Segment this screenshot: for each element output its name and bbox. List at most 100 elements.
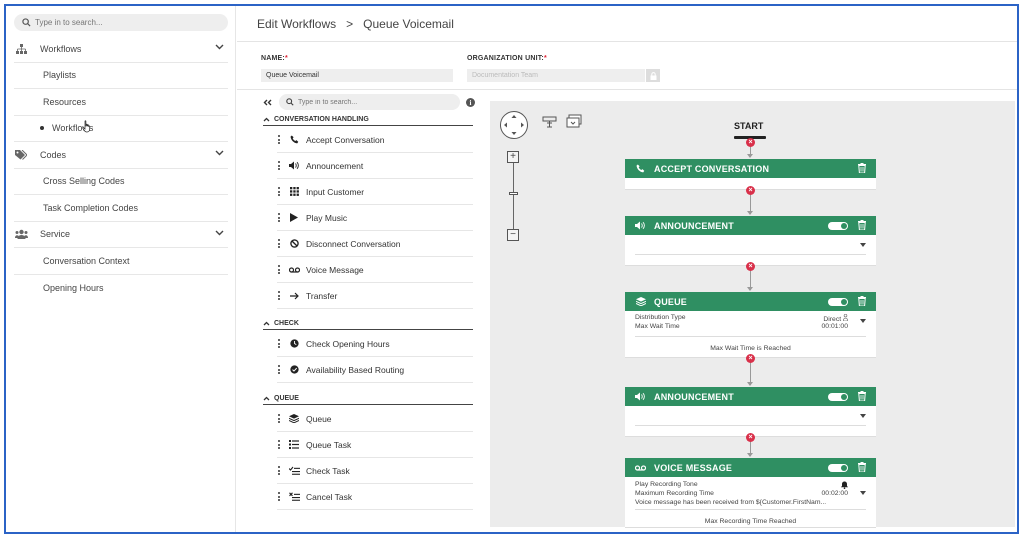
node-title: ANNOUNCEMENT [654,220,734,231]
node-property-row: Distribution Type Direct [635,313,849,323]
expand-caret-icon[interactable] [860,243,866,247]
node-announcement[interactable]: ANNOUNCEMENT [625,216,876,266]
lock-icon [646,69,660,82]
sidebar-section-workflows[interactable]: Workflows [14,36,228,63]
drag-handle-icon[interactable] [277,364,280,374]
delete-connection-button[interactable]: × [746,354,755,363]
minimap-icon[interactable] [566,114,582,129]
sidebar-item-conversation-context[interactable]: Conversation Context [14,248,228,275]
trash-icon[interactable] [858,462,866,472]
sidebar-nav: Workflows Playlists Resources Workflows … [6,36,236,301]
expand-caret-icon[interactable] [860,414,866,418]
play-icon [288,213,300,223]
zoom-slider-handle[interactable] [509,192,518,195]
sidebar-item-label: Cross Selling Codes [43,176,125,187]
palette-item-label: Queue [306,413,332,424]
trash-icon[interactable] [858,391,866,401]
drag-handle-icon[interactable] [277,212,280,222]
drag-handle-icon[interactable] [277,290,280,300]
drag-handle-icon[interactable] [277,134,280,144]
drag-handle-icon[interactable] [277,465,280,475]
palette-search-input[interactable] [298,98,448,106]
sidebar-section-codes[interactable]: Codes [14,142,228,169]
sidebar-section-service[interactable]: Service [14,222,228,248]
node-queue[interactable]: QUEUE Distribution Type Direct Max Wait … [625,292,876,358]
delete-connection-button[interactable]: × [746,186,755,195]
sidebar-item-resources[interactable]: Resources [14,89,228,116]
sidebar-item-cross-selling-codes[interactable]: Cross Selling Codes [14,169,228,195]
drag-handle-icon[interactable] [277,413,280,423]
drag-handle-icon[interactable] [277,238,280,248]
sidebar-section-label: Workflows [40,43,82,54]
palette-item-queue-task[interactable]: Queue Task [277,432,473,458]
palette-item-availability-based-routing[interactable]: Availability Based Routing [277,357,473,383]
drag-handle-icon[interactable] [277,186,280,196]
enable-toggle[interactable] [828,222,848,230]
zoom-in-button[interactable]: + [507,151,519,163]
delete-connection-button[interactable]: × [746,138,755,147]
drag-handle-icon[interactable] [277,338,280,348]
node-header[interactable]: QUEUE [625,292,876,311]
node-voice-message[interactable]: VOICE MESSAGE Play Recording Tone Maximu… [625,458,876,528]
breadcrumb-parent[interactable]: Edit Workflows [257,17,336,31]
drag-handle-icon[interactable] [277,491,280,501]
palette-item-transfer[interactable]: Transfer [277,283,473,309]
palette-item-input-customer[interactable]: Input Customer [277,179,473,205]
node-header[interactable]: ANNOUNCEMENT [625,387,876,406]
sidebar: Workflows Playlists Resources Workflows … [6,6,236,532]
sidebar-item-task-completion-codes[interactable]: Task Completion Codes [14,195,228,222]
delete-connection-button[interactable]: × [746,433,755,442]
sidebar-item-workflows[interactable]: Workflows [14,116,228,142]
trash-icon[interactable] [858,296,866,306]
sidebar-search-input[interactable] [35,18,215,27]
workflow-canvas[interactable]: + − START × ACCEPT CONVERSATION × ANNOUN… [490,101,1015,528]
palette-section-check[interactable]: CHECK [263,318,473,330]
clock-icon [288,339,300,349]
connector-arrow [747,382,753,386]
enable-toggle[interactable] [828,393,848,401]
chevron-down-icon[interactable] [215,44,224,50]
palette-item-cancel-task[interactable]: Cancel Task [277,484,473,510]
sidebar-item-opening-hours[interactable]: Opening Hours [14,275,228,302]
node-header[interactable]: VOICE MESSAGE [625,458,876,477]
trash-icon[interactable] [858,220,866,230]
palette-item-accept-conversation[interactable]: Accept Conversation [277,127,473,153]
sidebar-item-playlists[interactable]: Playlists [14,63,228,89]
chevron-down-icon[interactable] [215,150,224,156]
node-exit-label: Max Wait Time is Reached [710,345,791,352]
palette-item-voice-message[interactable]: Voice Message [277,257,473,283]
palette-item-play-music[interactable]: Play Music [277,205,473,231]
name-field[interactable]: Queue Voicemail [261,69,453,82]
collapse-left-icon[interactable] [263,99,272,106]
name-label: NAME:* [261,55,288,62]
sidebar-search[interactable] [14,14,228,31]
enable-toggle[interactable] [828,298,848,306]
enable-toggle[interactable] [828,464,848,472]
expand-caret-icon[interactable] [860,491,866,495]
trash-icon[interactable] [858,163,866,173]
palette-item-check-task[interactable]: Check Task [277,458,473,484]
palette-item-announcement[interactable]: Announcement [277,153,473,179]
palette-item-check-opening-hours[interactable]: Check Opening Hours [277,331,473,357]
node-body: Distribution Type Direct Max Wait Time 0… [625,311,876,358]
active-dot-icon [40,126,44,131]
palette-search[interactable] [279,94,460,110]
delete-connection-button[interactable]: × [746,262,755,271]
pan-control[interactable] [500,111,528,139]
fit-screen-icon[interactable] [542,116,558,128]
info-icon[interactable]: i [466,98,475,107]
drag-handle-icon[interactable] [277,264,280,274]
node-header[interactable]: ANNOUNCEMENT [625,216,876,235]
palette-section-conversation-handling[interactable]: CONVERSATION HANDLING [263,114,473,126]
zoom-out-button[interactable]: − [507,229,519,241]
node-announcement[interactable]: ANNOUNCEMENT [625,387,876,437]
expand-caret-icon[interactable] [860,319,866,323]
palette-item-disconnect-conversation[interactable]: Disconnect Conversation [277,231,473,257]
drag-handle-icon[interactable] [277,160,280,170]
chevron-down-icon[interactable] [215,230,224,236]
node-header[interactable]: ACCEPT CONVERSATION [625,159,876,178]
palette-section-queue[interactable]: QUEUE [263,393,473,405]
drag-handle-icon[interactable] [277,439,280,449]
palette-item-queue[interactable]: Queue [277,406,473,432]
users-icon [14,229,28,240]
